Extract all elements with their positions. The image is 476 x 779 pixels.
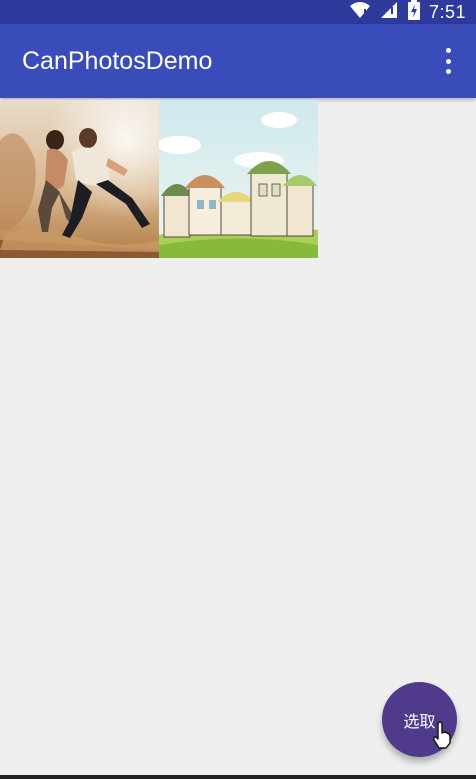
photo-grid bbox=[0, 100, 318, 258]
app-title: CanPhotosDemo bbox=[22, 47, 213, 75]
app-bar: CanPhotosDemo bbox=[0, 24, 476, 98]
wifi-icon bbox=[349, 1, 371, 23]
mouse-cursor-icon bbox=[433, 721, 451, 749]
battery-charging-icon bbox=[407, 0, 421, 24]
fab-label: 选取 bbox=[403, 711, 436, 731]
photo-action-couple-running[interactable] bbox=[0, 100, 159, 258]
status-bar: 7:51 bbox=[0, 0, 476, 24]
more-vert-icon[interactable] bbox=[440, 48, 456, 74]
status-icons: 7:51 bbox=[349, 0, 466, 24]
bottom-edge bbox=[0, 775, 476, 779]
photo-cartoon-houses[interactable] bbox=[159, 100, 318, 258]
status-time: 7:51 bbox=[428, 1, 466, 22]
signal-icon bbox=[379, 1, 399, 23]
